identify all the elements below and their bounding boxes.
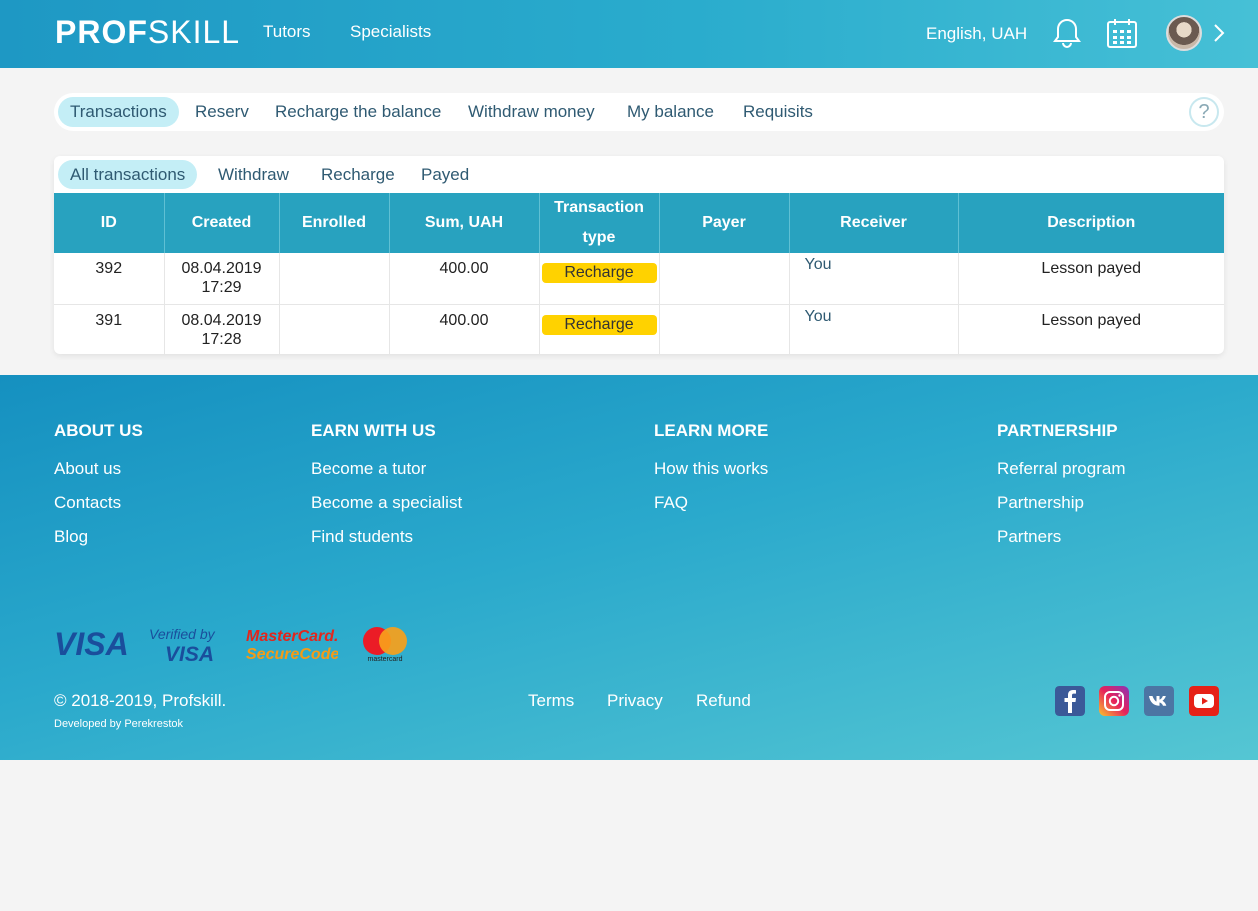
developer-credit[interactable]: Developed by Perekrestok [54, 718, 183, 730]
subtab-payed[interactable]: Payed [409, 160, 481, 189]
cell-description: Lesson payed [958, 304, 1224, 354]
tab-recharge-balance[interactable]: Recharge the balance [263, 97, 453, 127]
help-button[interactable]: ? [1189, 97, 1219, 127]
footer-link-referral-program[interactable]: Referral program [997, 459, 1126, 479]
cell-created: 08.04.2019 17:29 [164, 253, 280, 305]
footer-heading-about: ABOUT US [54, 421, 143, 440]
receiver-link[interactable]: You [790, 307, 958, 326]
svg-text:mastercard: mastercard [367, 656, 402, 663]
footer-link-become-tutor[interactable]: Become a tutor [311, 459, 426, 479]
tab-requisits[interactable]: Requisits [731, 97, 825, 127]
footer-link-faq[interactable]: FAQ [654, 493, 688, 513]
cell-sum: 400.00 [389, 253, 540, 305]
column-header[interactable]: ID [54, 193, 165, 253]
facebook-icon[interactable] [1055, 686, 1085, 716]
column-header[interactable]: Payer [659, 193, 790, 253]
cell-sum: 400.00 [389, 304, 540, 354]
visa-logo: VISA [54, 626, 129, 661]
footer-link-refund[interactable]: Refund [696, 691, 751, 711]
language-currency-selector[interactable]: English, UAH [926, 24, 1027, 44]
footer-link-contacts[interactable]: Contacts [54, 493, 121, 513]
column-header[interactable]: Description [958, 193, 1224, 253]
footer-link-privacy[interactable]: Privacy [607, 691, 663, 711]
footer-link-how-this-works[interactable]: How this works [654, 459, 768, 479]
chevron-right-icon[interactable] [1212, 22, 1226, 44]
tab-withdraw-money[interactable]: Withdraw money [456, 97, 607, 127]
cell-id: 392 [54, 253, 165, 305]
svg-text:VISA: VISA [54, 626, 129, 661]
footer-link-find-students[interactable]: Find students [311, 527, 413, 547]
cell-enrolled [279, 253, 390, 305]
copyright: © 2018-2019, Profskill. [54, 691, 227, 710]
mastercard-securecode-logo: MasterCard. SecureCode. [246, 628, 338, 663]
footer-link-become-specialist[interactable]: Become a specialist [311, 493, 462, 513]
column-header[interactable]: Receiver [789, 193, 959, 253]
svg-text:Verified by: Verified by [149, 626, 216, 642]
cell-created: 08.04.2019 17:28 [164, 304, 280, 354]
bell-icon[interactable] [1050, 16, 1084, 50]
svg-text:MasterCard.: MasterCard. [246, 628, 338, 645]
receiver-link[interactable]: You [790, 255, 958, 274]
footer-link-partnership[interactable]: Partnership [997, 493, 1084, 513]
created-date: 08.04.2019 [181, 260, 262, 277]
transaction-type-badge: Recharge [541, 314, 657, 335]
vk-icon[interactable] [1144, 686, 1174, 716]
transactions-card: All transactions Withdraw Recharge Payed… [54, 156, 1224, 354]
subtab-all-transactions[interactable]: All transactions [58, 160, 198, 189]
cell-description: Lesson payed [958, 253, 1224, 305]
svg-text:SecureCode.: SecureCode. [246, 646, 338, 663]
svg-text:VISA: VISA [165, 643, 214, 665]
footer-heading-learn: LEARN MORE [654, 421, 769, 440]
created-time: 17:29 [201, 279, 242, 296]
subtab-recharge[interactable]: Recharge [309, 160, 407, 189]
balance-tabs: Transactions Reserv Recharge the balance… [54, 93, 1224, 131]
footer-link-partners[interactable]: Partners [997, 527, 1061, 547]
tab-reserv[interactable]: Reserv [183, 97, 261, 127]
instagram-icon[interactable] [1099, 686, 1129, 716]
cell-type: Recharge [539, 253, 660, 305]
footer-link-about-us[interactable]: About us [54, 459, 121, 479]
verified-by-visa-logo: Verified by VISA [149, 626, 216, 665]
column-header[interactable]: Sum, UAH [389, 193, 540, 253]
logo[interactable]: PROFSKILL [55, 14, 240, 51]
tab-transactions[interactable]: Transactions [58, 97, 179, 127]
cell-receiver: You [789, 304, 959, 354]
cell-receiver: You [789, 253, 959, 305]
mastercard-logo: mastercard [363, 627, 407, 663]
footer-link-terms[interactable]: Terms [528, 691, 574, 711]
column-header[interactable]: Enrolled [279, 193, 390, 253]
cell-enrolled [279, 304, 390, 354]
column-header[interactable]: Created [164, 193, 280, 253]
nav-specialists[interactable]: Specialists [350, 22, 431, 42]
footer-heading-earn: EARN WITH US [311, 421, 436, 440]
subtab-withdraw[interactable]: Withdraw [206, 160, 301, 189]
table-row[interactable]: 391 08.04.2019 17:28 400.00 Recharge You … [54, 304, 1224, 354]
created-date: 08.04.2019 [181, 311, 262, 329]
youtube-icon[interactable] [1189, 686, 1219, 716]
footer-link-blog[interactable]: Blog [54, 527, 88, 547]
transaction-type-badge: Recharge [541, 263, 657, 283]
cell-id: 391 [54, 304, 165, 354]
table-row[interactable]: 392 08.04.2019 17:29 400.00 Recharge You … [54, 253, 1224, 305]
calendar-icon[interactable] [1105, 16, 1139, 50]
footer-heading-partnership: PARTNERSHIP [997, 421, 1118, 440]
created-time: 17:28 [201, 330, 242, 348]
transactions-table: ID Created Enrolled Sum, UAH Transaction… [54, 193, 1224, 354]
table-header-row: ID Created Enrolled Sum, UAH Transaction… [54, 193, 1224, 253]
cell-payer [659, 304, 790, 354]
avatar[interactable] [1166, 15, 1202, 51]
top-header: PROFSKILL Tutors Specialists English, UA… [0, 0, 1258, 68]
nav-tutors[interactable]: Tutors [263, 22, 311, 42]
column-header[interactable]: Transaction type [539, 193, 660, 253]
tab-my-balance[interactable]: My balance [615, 97, 726, 127]
footer: ABOUT US About us Contacts Blog EARN WIT… [0, 375, 1258, 760]
cell-payer [659, 253, 790, 305]
cell-type: Recharge [539, 304, 660, 354]
